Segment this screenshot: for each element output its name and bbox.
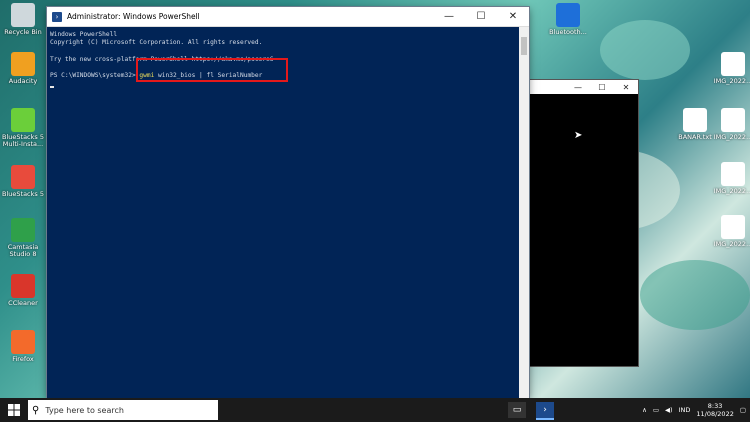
desktop-icon-label: IMG_2022... [713,77,750,85]
desktop-icon[interactable]: BlueStacks 5 [0,165,46,198]
desktop-icon[interactable]: BANAR.txt [672,108,718,141]
desktop-icon-label: BlueStacks 5 Multi-Insta... [2,133,44,149]
notification-icon[interactable]: ▢ [740,406,746,414]
desktop-icon[interactable]: BlueStacks 5 Multi-Insta... [0,108,46,149]
desktop-icon-label: IMG_2022... [713,187,750,195]
app-icon [721,52,745,76]
taskbar: ⚲ Type here to search [0,398,750,422]
search-icon: ⚲ [32,404,40,416]
desktop-icon[interactable]: CCleaner [0,274,46,307]
terrain-shape [640,260,750,330]
clock[interactable]: 8:33 11/08/2022 [696,402,733,418]
chevron-up-icon[interactable]: ∧ [642,406,647,414]
desktop-icon-label: BlueStacks 5 [2,190,44,198]
powershell-icon: › [52,11,62,22]
desktop-icon-label: IMG_2022... [713,240,750,248]
search-placeholder: Type here to search [45,405,124,415]
app-icon [556,3,580,27]
console-prompt: PS C:\WINDOWS\system32> [50,72,140,80]
desktop-icon[interactable]: IMG_2022... [710,215,750,248]
secondary-window[interactable]: — ☐ ✕ [528,80,638,366]
minimize-button[interactable]: — [433,7,465,26]
desktop-icon-label: Firefox [12,355,34,363]
terminal-taskbar-icon[interactable]: ▭ [508,402,526,418]
console-line: Copyright (C) Microsoft Corporation. All… [50,39,263,47]
scrollbar-thumb[interactable] [521,37,527,55]
volume-icon[interactable]: ◀) [665,406,673,414]
vertical-scrollbar[interactable] [519,27,529,398]
search-input[interactable]: ⚲ Type here to search [28,400,218,420]
start-button[interactable] [0,398,28,422]
console-line: Windows PowerShell [50,31,118,38]
app-icon [11,274,35,298]
desktop-icon-label: Audacity [8,77,38,85]
secondary-window-titlebar[interactable]: — ☐ ✕ [528,80,638,94]
terrain-shape [600,20,690,80]
system-tray: ∧ ▭ ◀) IND 8:33 11/08/2022 ▢ [642,398,746,422]
desktop-icon[interactable]: IMG_2022... [710,162,750,195]
app-icon [11,52,35,76]
desktop-icon[interactable]: Bluetooth... [545,3,591,36]
desktop-icon-label: Bluetooth... [549,28,587,36]
clock-time: 8:33 [707,402,723,410]
app-icon [11,108,35,132]
network-icon[interactable]: ▭ [653,406,659,414]
app-icon [11,218,35,242]
desktop-icon[interactable]: IMG_2022... [710,52,750,85]
app-icon [11,165,35,189]
maximize-button[interactable]: ☐ [590,83,614,92]
language-indicator[interactable]: IND [679,406,691,414]
app-icon [683,108,707,132]
text-cursor [50,86,54,89]
powershell-window[interactable]: › Administrator: Windows PowerShell — ☐ … [47,7,529,398]
desktop-icon[interactable]: Audacity [0,52,46,85]
app-icon [11,3,35,27]
mouse-pointer-icon: ➤ [574,130,583,141]
desktop-icon-label: CCleaner [8,299,38,307]
desktop-icon-label: BANAR.txt [678,133,712,141]
close-button[interactable]: ✕ [614,83,638,92]
minimize-button[interactable]: — [566,83,590,92]
command-highlight-box [136,58,288,82]
desktop-icon[interactable]: Firefox [0,330,46,363]
desktop-icon-label: Recycle Bin [4,28,42,36]
app-icon [721,108,745,132]
powershell-titlebar[interactable]: › Administrator: Windows PowerShell — ☐ … [47,7,529,27]
desktop-icon[interactable]: Recycle Bin [0,3,46,36]
desktop-icon[interactable]: Camtasia Studio 8 [0,218,46,259]
windows-logo-icon [8,404,20,416]
maximize-button[interactable]: ☐ [465,7,497,26]
window-title: Administrator: Windows PowerShell [67,12,200,21]
console-output[interactable]: Windows PowerShell Copyright (C) Microso… [47,27,519,398]
app-icon [11,330,35,354]
powershell-taskbar-icon[interactable]: › [536,402,554,420]
close-button[interactable]: ✕ [497,7,529,26]
desktop-icon-label: Camtasia Studio 8 [7,243,39,259]
app-icon [721,162,745,186]
clock-date: 11/08/2022 [696,410,734,418]
app-icon [721,215,745,239]
